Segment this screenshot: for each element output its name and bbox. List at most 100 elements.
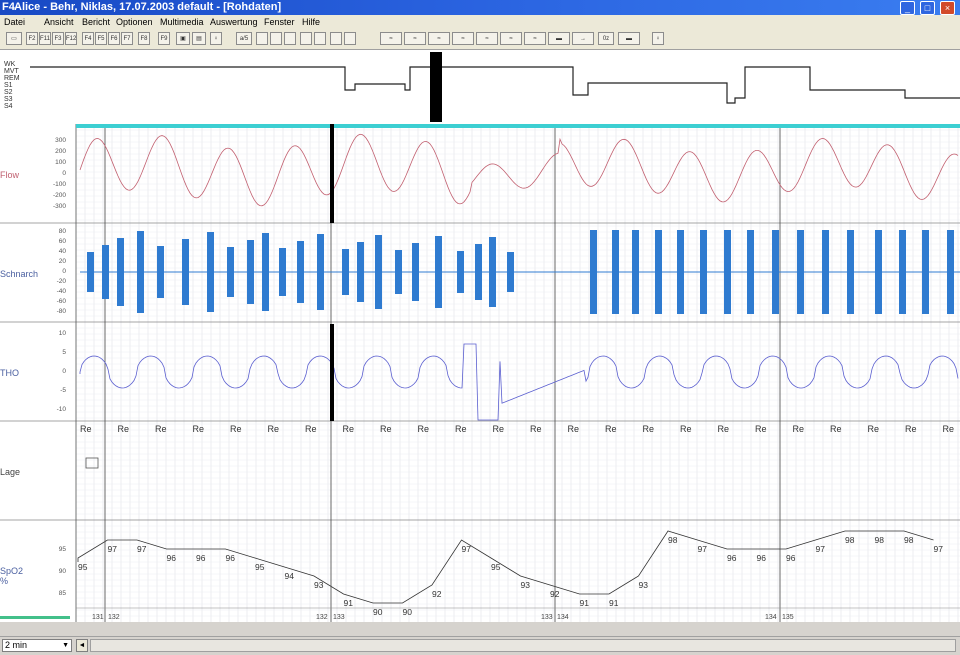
record-icon[interactable]: ▣ xyxy=(176,32,190,45)
spo2-value: 97 xyxy=(137,544,147,554)
timebase-select[interactable]: 2 min ▼ xyxy=(2,639,72,652)
toolbar-f4-button[interactable]: F4 xyxy=(82,32,94,45)
epoch-number: 132 xyxy=(316,614,328,621)
menu-hilfe[interactable]: Hilfe xyxy=(302,15,320,29)
toolbar-f12-button[interactable]: F12 xyxy=(65,32,77,45)
toolbar-tool7-button[interactable] xyxy=(344,32,356,45)
scroll-left-button[interactable]: ◄ xyxy=(76,639,88,652)
spo2-value: 97 xyxy=(698,544,708,554)
epoch-number: 131 xyxy=(92,614,104,621)
spo2-value: 98 xyxy=(845,535,855,545)
snore-burst xyxy=(317,234,324,310)
menu-ansicht[interactable]: Ansicht xyxy=(44,15,74,29)
snore-burst xyxy=(87,252,94,292)
epoch-number: 132 xyxy=(108,614,120,621)
snore-burst xyxy=(822,230,829,314)
toolbar-f6-button[interactable]: F6 xyxy=(108,32,120,45)
menu-bericht[interactable]: Bericht xyxy=(82,15,110,29)
snore-burst xyxy=(797,230,804,314)
re-marker: Re xyxy=(605,424,617,434)
toolbar-f5-button[interactable]: F5 xyxy=(95,32,107,45)
spo2-value: 96 xyxy=(226,553,236,563)
toolbar-f8-button[interactable]: F8 xyxy=(138,32,150,45)
snore-burst xyxy=(489,237,496,307)
snore-burst xyxy=(507,252,514,292)
toolbar-tool2-button[interactable] xyxy=(270,32,282,45)
spo2-value: 95 xyxy=(78,562,88,572)
wave-event-7-icon[interactable]: ≈ xyxy=(524,32,546,45)
snore-burst xyxy=(899,230,906,314)
wave-event-5-icon[interactable]: ≈ xyxy=(476,32,498,45)
spo2-value: 97 xyxy=(816,544,826,554)
menu-multimedia[interactable]: Multimedia xyxy=(160,15,204,29)
horizontal-scrollbar[interactable] xyxy=(90,639,956,652)
snore-burst xyxy=(457,251,464,293)
re-marker: Re xyxy=(868,424,880,434)
hypnogram-graph[interactable] xyxy=(0,50,960,124)
snore-burst xyxy=(724,230,731,314)
toolbar-f2-button[interactable]: F2 xyxy=(26,32,38,45)
wave-event-4-icon[interactable]: ≈ xyxy=(452,32,474,45)
wave-event-6-icon[interactable]: ≈ xyxy=(500,32,522,45)
wave-event-2-icon[interactable]: ≈ xyxy=(404,32,426,45)
tho-trace xyxy=(79,343,959,421)
re-marker: Re xyxy=(230,424,242,434)
spo2-value: 92 xyxy=(432,589,442,599)
toolbar-tool5-button[interactable] xyxy=(314,32,326,45)
snore-burst xyxy=(117,238,124,306)
toolbar-f9-button[interactable]: F9 xyxy=(158,32,170,45)
re-marker: Re xyxy=(943,424,955,434)
re-marker: Re xyxy=(530,424,542,434)
minimize-icon[interactable]: _ xyxy=(900,1,915,15)
epoch-number: 133 xyxy=(333,614,345,621)
snore-burst xyxy=(247,240,254,304)
re-marker: Re xyxy=(793,424,805,434)
epoch-number: 135 xyxy=(782,614,794,621)
toolbar-f7-button[interactable]: F7 xyxy=(121,32,133,45)
signal-traces: Re Re Re Re Re Re Re Re Re Re Re Re Re Re Re Re Re Re Re Re… xyxy=(77,124,960,621)
sleep-position-icon[interactable]: ▬ xyxy=(548,32,570,45)
print-icon[interactable]: ▭ xyxy=(6,32,22,45)
snore-burst xyxy=(102,245,109,299)
menu-fenster[interactable]: Fenster xyxy=(264,15,295,29)
re-marker: Re xyxy=(718,424,730,434)
toolbar-f11-button[interactable]: F11 xyxy=(39,32,51,45)
menu-datei[interactable]: Datei xyxy=(4,15,25,29)
toolbar-a5-button[interactable]: a/5 xyxy=(236,32,252,45)
spo2-value: 90 xyxy=(403,607,413,617)
spo2-value: 96 xyxy=(786,553,796,563)
spo2-value: 91 xyxy=(580,598,590,608)
toolbar-tool1-button[interactable] xyxy=(256,32,268,45)
re-marker: Re xyxy=(380,424,392,434)
snore-burst xyxy=(632,230,639,314)
close-icon[interactable]: × xyxy=(940,1,955,15)
snore-burst xyxy=(395,250,402,294)
window-title: Alice - Behr, Niklas, 17.07.2003 default… xyxy=(14,1,282,13)
maximize-icon[interactable]: □ xyxy=(920,1,935,15)
snore-burst xyxy=(207,232,214,312)
lightbulb-icon[interactable]: ♀ xyxy=(652,32,664,45)
toolbar-f3-button[interactable]: F3 xyxy=(52,32,64,45)
re-marker: Re xyxy=(118,424,130,434)
bulb-icon[interactable]: ♀ xyxy=(210,32,222,45)
toolbar-tool4-button[interactable] xyxy=(300,32,312,45)
re-marker: Re xyxy=(155,424,167,434)
desaturation-icon[interactable]: ▬ xyxy=(618,32,640,45)
wave-event-3-icon[interactable]: ≈ xyxy=(428,32,450,45)
spo2-value: 96 xyxy=(757,553,767,563)
menu-auswertung[interactable]: Auswertung xyxy=(210,15,258,29)
snore-burst xyxy=(700,230,707,314)
wave-event-1-icon[interactable]: ≈ xyxy=(380,32,402,45)
title-bar: F4 Alice - Behr, Niklas, 17.07.2003 defa… xyxy=(0,0,960,15)
re-marker: Re xyxy=(418,424,430,434)
menu-bar: Datei Ansicht Bericht Optionen Multimedi… xyxy=(0,15,960,29)
toolbar-tool3-button[interactable] xyxy=(284,32,296,45)
status-bar: 2 min ▼ ◄ xyxy=(0,636,960,655)
toolbar-oz-button[interactable]: 0z xyxy=(598,32,614,45)
camera-icon[interactable]: ▤ xyxy=(192,32,206,45)
re-marker: Re xyxy=(755,424,767,434)
signal-area[interactable]: Flow Schnarch THO Lage SpO2 % 300 200 10… xyxy=(0,124,960,622)
menu-optionen[interactable]: Optionen xyxy=(116,15,153,29)
arrow-event-icon[interactable]: → xyxy=(572,32,594,45)
toolbar-tool6-button[interactable] xyxy=(330,32,342,45)
